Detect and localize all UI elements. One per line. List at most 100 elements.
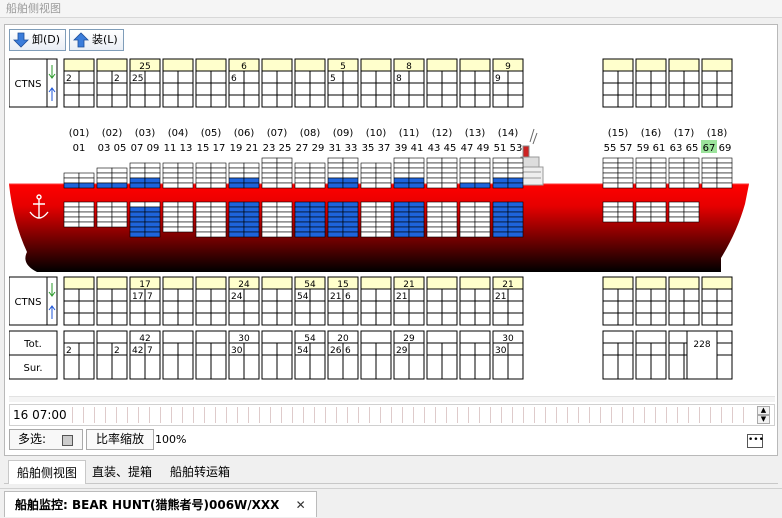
hold-stack-16-row bbox=[635, 211, 652, 218]
deck-stack-11-row bbox=[408, 157, 425, 164]
deck-stack-4-row bbox=[162, 182, 179, 189]
bay-top-1-header[interactable] bbox=[63, 58, 95, 72]
deck-stack-4-row bbox=[162, 167, 179, 174]
scroll-down-icon[interactable]: ▼ bbox=[757, 415, 770, 424]
bay-bottom-15-header[interactable] bbox=[602, 276, 634, 290]
deck-stack-13-row bbox=[474, 182, 491, 189]
unload-button[interactable]: 卸(D) bbox=[9, 29, 66, 51]
bay-sub-label-18: 67 69 bbox=[703, 143, 732, 154]
deck-stack-10-row bbox=[375, 167, 392, 174]
bay-sub-label-13: 47 49 bbox=[461, 143, 490, 154]
hold-stack-14-row bbox=[492, 226, 509, 233]
bay-bottom-4-header[interactable] bbox=[162, 276, 194, 290]
deck-stack-11-row bbox=[393, 172, 410, 179]
deck-stack-18-row bbox=[701, 157, 718, 164]
deck-stack-3-row bbox=[144, 182, 161, 189]
hold-stack-15-row bbox=[617, 216, 634, 223]
bay-bottom-18-header[interactable] bbox=[701, 276, 733, 290]
hold-stack-3-row bbox=[129, 226, 146, 233]
hold-stack-15-row bbox=[602, 211, 619, 218]
bay-sub-label-3: 07 09 bbox=[131, 143, 160, 154]
hold-stack-9-row bbox=[342, 216, 359, 223]
bay-group-label-15: (15) bbox=[608, 128, 629, 139]
hold-stack-2-row bbox=[111, 211, 128, 218]
close-icon[interactable]: ✕ bbox=[296, 498, 306, 512]
hold-stack-3-row bbox=[144, 221, 161, 228]
horizontal-scrollbar[interactable] bbox=[9, 396, 775, 402]
doc-tab-ship-monitor[interactable]: 船舶监控: BEAR HUNT(猎熊者号)006W/XXX ✕ bbox=[4, 491, 317, 517]
hold-stack-10-row bbox=[360, 201, 377, 208]
tab-transfer[interactable]: 船舶转运箱 bbox=[162, 460, 238, 484]
bay-top-15-header[interactable] bbox=[602, 58, 634, 72]
bay-top-17-header[interactable] bbox=[668, 58, 700, 72]
timeline-scroll[interactable]: ▲ ▼ bbox=[757, 406, 770, 425]
bay-bottom-17-header[interactable] bbox=[668, 276, 700, 290]
deck-stack-11-row bbox=[393, 162, 410, 169]
deck-stack-14-row bbox=[492, 157, 509, 164]
load-button[interactable]: 装(L) bbox=[69, 29, 124, 51]
deck-stack-2-row bbox=[111, 167, 128, 174]
hold-stack-1-row bbox=[63, 206, 80, 213]
bay-top-2-header[interactable] bbox=[96, 58, 128, 72]
bay-bottom-2-header[interactable] bbox=[96, 276, 128, 290]
more-options-icon[interactable]: ••• bbox=[747, 434, 764, 448]
bay-top-5-header[interactable] bbox=[195, 58, 227, 72]
multi-select-toggle[interactable]: 多选: bbox=[9, 429, 83, 450]
deck-stack-18-row bbox=[716, 162, 733, 169]
deck-stack-8-row bbox=[309, 182, 326, 189]
hold-stack-8-row bbox=[309, 216, 326, 223]
bay-bottom-16-header[interactable] bbox=[635, 276, 667, 290]
deck-stack-16-row bbox=[635, 167, 652, 174]
scale-zoom-button[interactable]: 比率缩放 bbox=[86, 429, 154, 450]
hold-stack-3-row bbox=[144, 211, 161, 218]
deck-stack-11-row bbox=[393, 157, 410, 164]
scroll-up-icon[interactable]: ▲ bbox=[757, 406, 770, 415]
hold-stack-8-row bbox=[294, 216, 311, 223]
bay-bottom-5-header[interactable] bbox=[195, 276, 227, 290]
bay-top-4-header[interactable] bbox=[162, 58, 194, 72]
deck-stack-11-row bbox=[393, 177, 410, 184]
hold-stack-3-row bbox=[129, 211, 146, 218]
bay-top-18-header[interactable] bbox=[701, 58, 733, 72]
multi-select-label: 多选: bbox=[18, 432, 47, 446]
bay-bottom-10-header[interactable] bbox=[360, 276, 392, 290]
hold-stack-12-row bbox=[441, 231, 458, 238]
deck-stack-4-row bbox=[162, 172, 179, 179]
deck-stack-11-row bbox=[408, 167, 425, 174]
tab-direct-load[interactable]: 直装、提箱 bbox=[84, 460, 160, 484]
hold-stack-6-row bbox=[243, 216, 260, 223]
hold-stack-6-row bbox=[228, 216, 245, 223]
bay-top-14-cell-left: 9 bbox=[495, 74, 501, 84]
deck-stack-6-row bbox=[243, 172, 260, 179]
deck-stack-12-row bbox=[441, 162, 458, 169]
grand-total: 228 bbox=[693, 340, 710, 350]
deck-stack-16-row bbox=[650, 177, 667, 184]
bay-group-label-5: (05) bbox=[201, 128, 222, 139]
deck-stack-9-row bbox=[342, 172, 359, 179]
hold-stack-5-row bbox=[210, 231, 227, 238]
deck-stack-3-row bbox=[129, 162, 146, 169]
hold-stack-6-row bbox=[243, 201, 260, 208]
bay-bottom-1-header[interactable] bbox=[63, 276, 95, 290]
deck-stack-16-row bbox=[635, 182, 652, 189]
multi-select-checkbox[interactable] bbox=[62, 435, 73, 446]
deck-stack-16-row bbox=[635, 162, 652, 169]
bay-top-8-header[interactable] bbox=[294, 58, 326, 72]
bay-tot-cell-left: 30 bbox=[231, 346, 243, 356]
tab-ship-side-view[interactable]: 船舶侧视图 bbox=[8, 460, 87, 484]
bay-sub-label-1: 01 bbox=[73, 143, 86, 154]
deck-stack-16-row bbox=[650, 182, 667, 189]
bay-top-10-header[interactable] bbox=[360, 58, 392, 72]
bay-bottom-7-header[interactable] bbox=[261, 276, 293, 290]
bay-bottom-13-header[interactable] bbox=[459, 276, 491, 290]
bay-tot-cell-left: 26 bbox=[330, 346, 342, 356]
bay-top-7-header[interactable] bbox=[261, 58, 293, 72]
bay-bottom-12-header[interactable] bbox=[426, 276, 458, 290]
bay-top-13-header[interactable] bbox=[459, 58, 491, 72]
bay-top-12-header[interactable] bbox=[426, 58, 458, 72]
deck-stack-10-row bbox=[375, 177, 392, 184]
bay-top-16-header[interactable] bbox=[635, 58, 667, 72]
deck-stack-11-row bbox=[408, 177, 425, 184]
hold-stack-2-row bbox=[96, 216, 113, 223]
hold-stack-6-row bbox=[228, 231, 245, 238]
